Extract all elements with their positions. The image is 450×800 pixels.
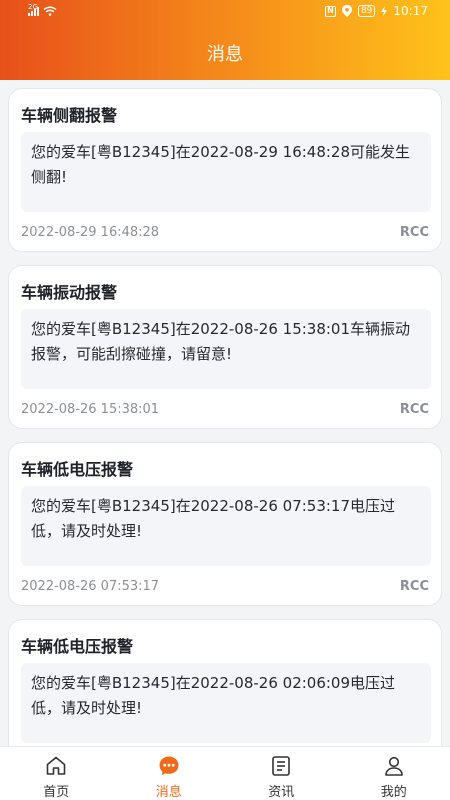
battery-indicator: 89 <box>357 5 376 17</box>
message-time: 2022-08-26 07:53:17 <box>21 579 160 594</box>
tab-label: 资讯 <box>268 785 295 800</box>
message-body: 您的爱车[粤B12345]在2022-08-26 07:53:17电压过低，请及… <box>21 486 431 566</box>
tab-label: 首页 <box>43 785 70 800</box>
home-icon <box>46 756 66 775</box>
message-body: 您的爱车[粤B12345]在2022-08-26 15:38:01车辆振动报警，… <box>21 309 431 389</box>
clock: 10:17 <box>393 4 428 18</box>
message-source: RCC <box>399 402 429 417</box>
message-body: 您的爱车[粤B12345]在2022-08-29 16:48:28可能发生侧翻! <box>21 132 431 212</box>
message-title: 车辆振动报警 <box>21 283 118 302</box>
message-title: 车辆侧翻报警 <box>21 106 118 125</box>
message-time: 2022-08-29 16:48:28 <box>21 225 160 240</box>
charging-icon <box>381 6 388 16</box>
app-header: 2G N 89 10:17 消息 <box>0 0 450 80</box>
message-source: RCC <box>399 225 429 240</box>
tab-label: 我的 <box>380 785 407 800</box>
message-title: 车辆低电压报警 <box>21 460 134 479</box>
message-card[interactable]: 车辆振动报警 您的爱车[粤B12345]在2022-08-26 15:38:01… <box>8 265 442 429</box>
tab-home[interactable]: 首页 <box>0 747 113 800</box>
tab-messages[interactable]: 消息 <box>113 747 226 800</box>
user-icon <box>384 756 403 776</box>
network-type: 2G <box>28 3 38 11</box>
location-icon <box>341 5 352 17</box>
nfc-icon: N <box>324 5 336 17</box>
tab-profile[interactable]: 我的 <box>338 747 450 800</box>
message-card[interactable]: 车辆低电压报警 您的爱车[粤B12345]在2022-08-26 02:06:0… <box>8 619 442 746</box>
message-time: 2022-08-26 15:38:01 <box>21 402 160 417</box>
message-card[interactable]: 车辆侧翻报警 您的爱车[粤B12345]在2022-08-29 16:48:28… <box>8 88 442 252</box>
status-bar: 2G N 89 10:17 <box>0 0 450 24</box>
message-card[interactable]: 车辆低电压报警 您的爱车[粤B12345]在2022-08-26 07:53:1… <box>8 442 442 606</box>
message-list[interactable]: 车辆侧翻报警 您的爱车[粤B12345]在2022-08-29 16:48:28… <box>0 80 450 746</box>
message-title: 车辆低电压报警 <box>21 637 134 656</box>
bottom-tab-bar: 首页 消息 资讯 我的 <box>0 746 450 800</box>
page-title: 消息 <box>207 44 243 65</box>
news-icon <box>272 756 291 776</box>
tab-news[interactable]: 资讯 <box>225 747 338 800</box>
wifi-icon <box>43 6 57 16</box>
message-icon <box>159 756 179 775</box>
message-source: RCC <box>399 579 429 594</box>
message-body: 您的爱车[粤B12345]在2022-08-26 02:06:09电压过低，请及… <box>21 663 431 743</box>
tab-label: 消息 <box>155 785 182 800</box>
